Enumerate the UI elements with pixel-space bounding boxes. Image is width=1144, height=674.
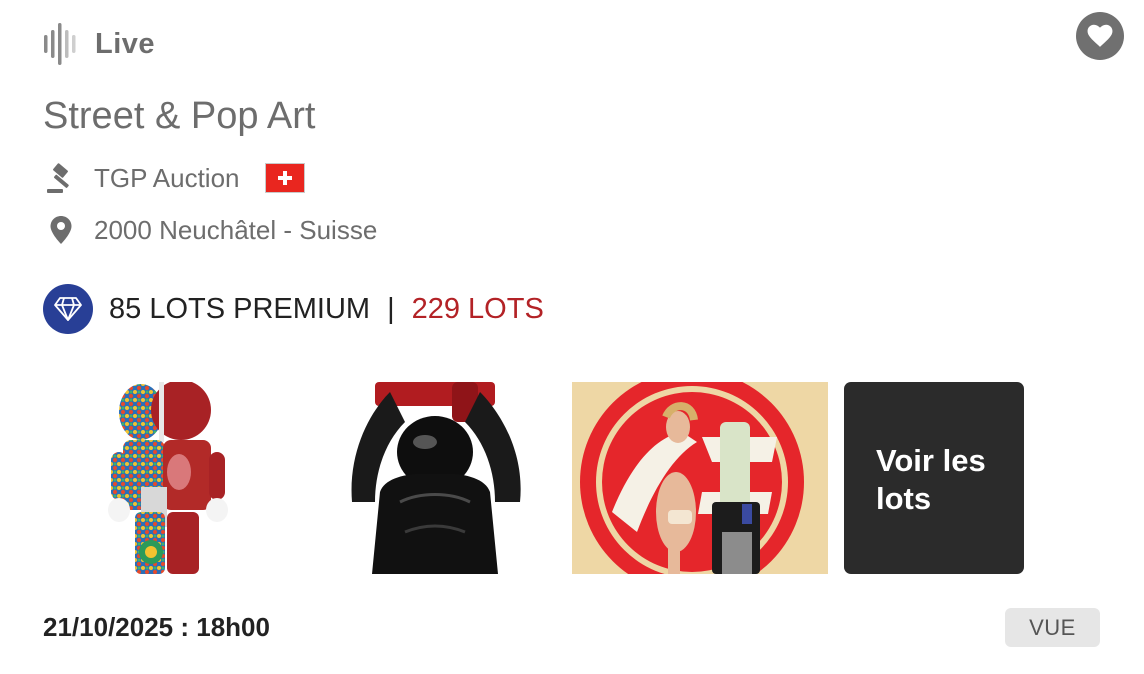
sound-wave-icon [44,23,76,65]
lots-separator: | [387,292,395,325]
auction-date: 21/10/2025 : 18h00 [43,612,270,642]
auction-title[interactable]: Street & Pop Art [43,95,315,138]
live-status: Live [43,22,155,66]
location-text: 2000 Neuchâtel - Suisse [94,214,378,245]
swiss-flag-icon [264,163,305,193]
diamond-icon [43,284,93,334]
total-lots-count[interactable]: 229 LOTS [412,293,544,326]
auction-house-name[interactable]: TGP Auction [94,163,240,194]
art-toy-figure-image[interactable] [101,382,251,574]
lots-summary: 85 LOTS PREMIUM | 229 LOTS [43,284,544,334]
heart-icon [1087,24,1113,47]
location-pin-icon [43,212,79,248]
live-label: Live [95,27,156,60]
auction-location: 2000 Neuchâtel - Suisse [43,212,377,248]
view-lots-button[interactable]: Voir les lots [844,382,1024,574]
viewed-badge: VUE [1005,608,1100,647]
pinup-poster-image[interactable] [572,382,828,574]
auction-house: TGP Auction [43,160,305,196]
favorite-button[interactable] [1076,12,1124,60]
gavel-icon [43,160,79,196]
black-gorilla-sculpture-image[interactable] [330,382,540,574]
premium-lots-count: 85 LOTS PREMIUM [109,292,371,325]
